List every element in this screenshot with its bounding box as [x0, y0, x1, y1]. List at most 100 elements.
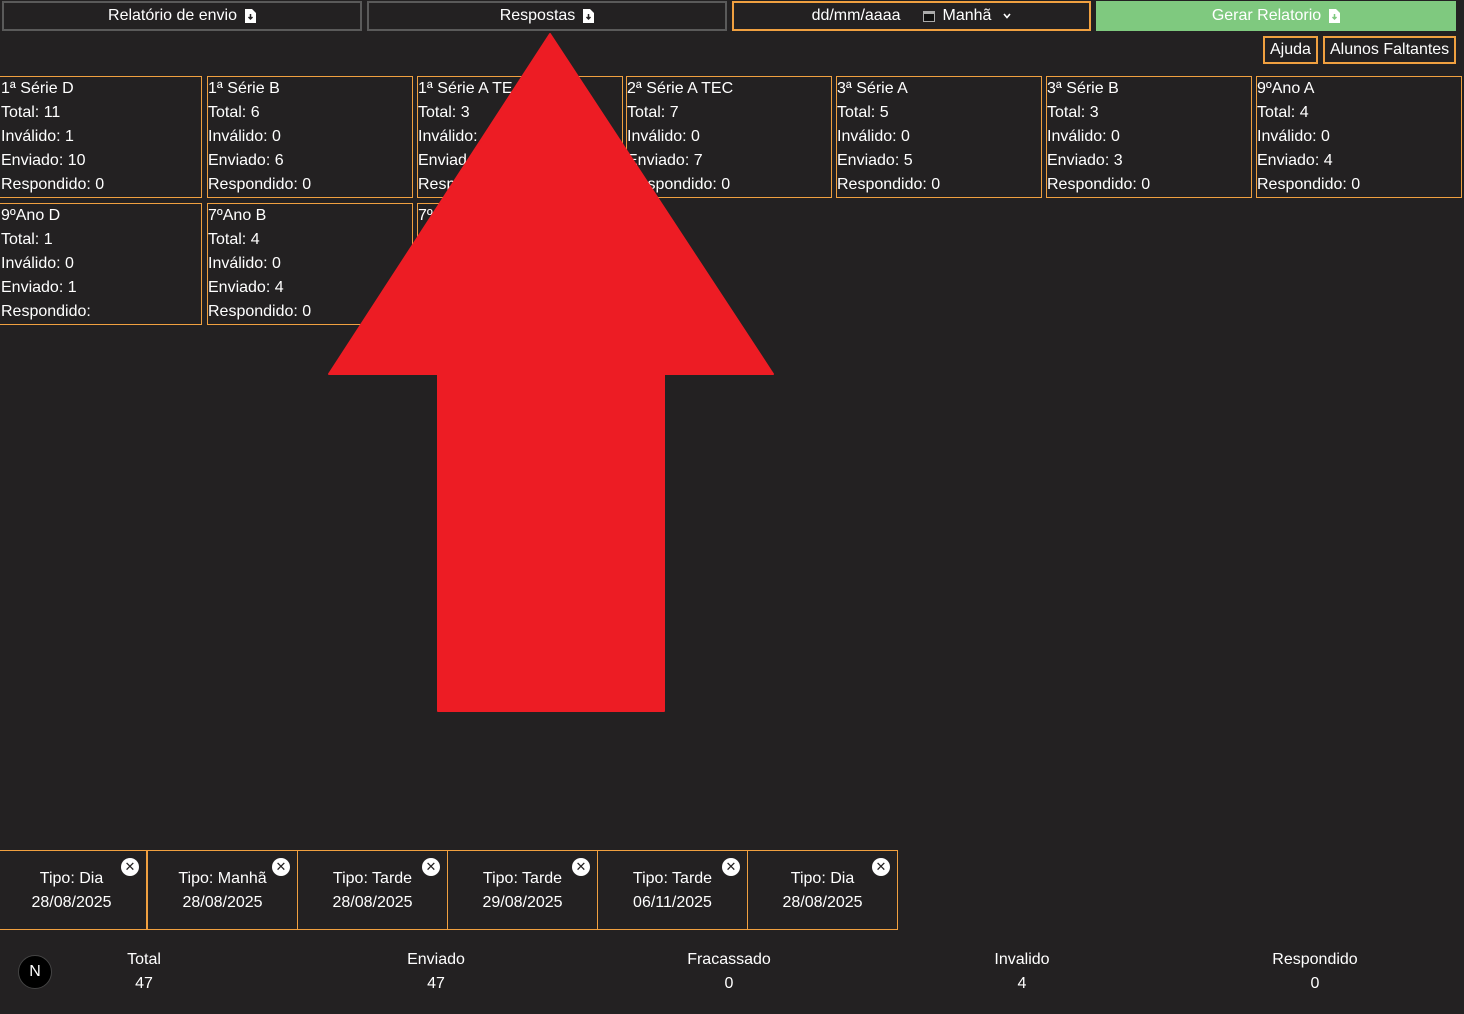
stat-respondido: Respondido 0 — [1235, 948, 1395, 996]
logo-letter: N — [29, 963, 41, 980]
date-shift-selector[interactable]: dd/mm/aaaa Manhã — [732, 1, 1091, 31]
report-date: 28/08/2025 — [332, 894, 413, 911]
file-download-icon — [1329, 9, 1341, 23]
class-invalido: Inválido: 1 — [1, 128, 74, 145]
close-icon[interactable]: ✕ — [121, 858, 139, 876]
class-total: Total: 4 — [208, 231, 260, 248]
stat-label: Fracassado — [687, 951, 771, 968]
respostas-button[interactable]: Respostas — [367, 1, 727, 31]
n-logo-icon[interactable]: N — [18, 955, 52, 989]
class-enviado: Enviado: 4 — [1257, 152, 1333, 169]
class-respondido: Respondido: 0 — [208, 303, 312, 320]
class-total: Total: 4 — [1257, 104, 1309, 121]
class-card[interactable]: 7ºAno B Total: 4 Inválido: 0 Enviado: 4 … — [207, 203, 413, 325]
class-enviado: Enviado: 10 — [1, 152, 86, 169]
class-card[interactable]: 9ºAno A Total: 4 Inválido: 0 Enviado: 4 … — [1256, 76, 1462, 198]
report-date: 29/08/2025 — [482, 894, 563, 911]
class-enviado: Enviado: 6 — [208, 152, 284, 169]
close-icon[interactable]: ✕ — [872, 858, 890, 876]
report-date: 28/08/2025 — [782, 894, 863, 911]
class-enviado: Enviado: 3 — [1047, 152, 1123, 169]
stat-value: 0 — [1310, 975, 1320, 992]
class-name: 7ºAno B — [208, 207, 267, 224]
class-card[interactable]: 2ª Série A TEC Total: 7 Inválido: 0 Envi… — [626, 76, 832, 198]
class-enviado: Enviado: 1 — [1, 279, 77, 296]
close-icon[interactable]: ✕ — [722, 858, 740, 876]
class-invalido: Inválido: 0 — [1257, 128, 1330, 145]
saved-report-item[interactable]: ✕ Tipo: Tarde 28/08/2025 — [297, 850, 448, 930]
respostas-label: Respostas — [499, 7, 576, 24]
class-card[interactable]: 7º — [417, 203, 623, 325]
class-total: Total: 7 — [627, 104, 679, 121]
class-name: 3ª Série B — [1047, 80, 1119, 97]
class-enviado: Enviado: 5 — [837, 152, 913, 169]
class-enviado: Enviad — [418, 152, 467, 169]
file-download-icon — [244, 9, 256, 23]
class-name: 9ºAno D — [1, 207, 61, 224]
ajuda-label: Ajuda — [1270, 41, 1311, 58]
report-date: 28/08/2025 — [31, 894, 112, 911]
class-invalido: Inválido: 0 — [627, 128, 700, 145]
class-total: Total: 3 — [1047, 104, 1099, 121]
saved-report-item[interactable]: ✕ Tipo: Tarde 06/11/2025 — [597, 850, 748, 930]
stat-value: 0 — [724, 975, 734, 992]
class-invalido: Inválido: 0 — [208, 128, 281, 145]
alunos-faltantes-label: Alunos Faltantes — [1330, 41, 1450, 58]
class-respondido: Resp — [418, 176, 456, 193]
saved-report-item[interactable]: ✕ Tipo: Dia 28/08/2025 — [747, 850, 898, 930]
stat-label: Enviado — [407, 951, 465, 968]
stat-value: 47 — [427, 975, 445, 992]
class-total: Total: 1 — [1, 231, 53, 248]
class-invalido: Inválido: 0 — [208, 255, 281, 272]
alunos-faltantes-button[interactable]: Alunos Faltantes — [1323, 36, 1457, 64]
stat-label: Invalido — [994, 951, 1050, 968]
chevron-down-icon[interactable] — [1003, 12, 1012, 20]
date-input[interactable]: dd/mm/aaaa — [812, 7, 901, 25]
class-respondido: Respondido: — [1, 303, 91, 320]
calendar-icon[interactable] — [922, 10, 935, 22]
class-card[interactable]: 1ª Série D Total: 11 Inválido: 1 Enviado… — [0, 76, 202, 198]
file-download-icon — [583, 9, 595, 23]
saved-report-item[interactable]: ✕ Tipo: Manhã 28/08/2025 — [147, 850, 298, 930]
close-icon[interactable]: ✕ — [422, 858, 440, 876]
shift-select[interactable]: Manhã — [943, 7, 992, 25]
class-respondido: Respondido: 0 — [837, 176, 941, 193]
relatorio-envio-button[interactable]: Relatório de envio — [2, 1, 362, 31]
stat-fracassado: Fracassado 0 — [649, 948, 809, 996]
relatorio-envio-label: Relatório de envio — [108, 7, 237, 24]
gerar-relatorio-button[interactable]: Gerar Relatorio — [1096, 1, 1456, 31]
class-total: Total: 11 — [1, 104, 61, 121]
class-card[interactable]: 9ºAno D Total: 1 Inválido: 0 Enviado: 1 … — [0, 203, 202, 325]
gerar-relatorio-label: Gerar Relatorio — [1211, 7, 1322, 24]
class-name: 2ª Série A TEC — [627, 80, 734, 97]
class-name: 1ª Série D — [1, 80, 74, 97]
class-total: Total: 3 — [418, 104, 470, 121]
saved-report-item[interactable]: ✕ Tipo: Dia 28/08/2025 — [0, 850, 147, 930]
saved-report-item[interactable]: ✕ Tipo: Tarde 29/08/2025 — [447, 850, 598, 930]
close-icon[interactable]: ✕ — [272, 858, 290, 876]
report-date: 28/08/2025 — [182, 894, 263, 911]
report-date: 06/11/2025 — [633, 894, 712, 911]
class-card[interactable]: 1ª Série B Total: 6 Inválido: 0 Enviado:… — [207, 76, 413, 198]
class-total: Total: 5 — [837, 104, 889, 121]
class-respondido: Respondido: 0 — [208, 176, 312, 193]
class-invalido: Inválido: 0 — [1047, 128, 1120, 145]
class-invalido: Inválido: — [418, 128, 478, 145]
class-total: Total: 6 — [208, 104, 260, 121]
class-name: 1ª Série A TE — [418, 80, 513, 97]
class-name: 1ª Série B — [208, 80, 280, 97]
stat-total: Total 47 — [64, 948, 224, 996]
class-name: 9ºAno A — [1257, 80, 1315, 97]
class-respondido: Respondido: 0 — [1, 176, 105, 193]
ajuda-button[interactable]: Ajuda — [1263, 36, 1318, 64]
stat-label: Total — [127, 951, 161, 968]
class-card[interactable]: 3ª Série A Total: 5 Inválido: 0 Enviado:… — [836, 76, 1042, 198]
class-name: 7º — [418, 207, 433, 224]
class-respondido: Respondido: 0 — [1047, 176, 1151, 193]
stat-invalido: Invalido 4 — [942, 948, 1102, 996]
close-icon[interactable]: ✕ — [572, 858, 590, 876]
class-enviado: Enviado: 4 — [208, 279, 284, 296]
class-card[interactable]: 1ª Série A TE Total: 3 Inválido: Enviad … — [417, 76, 623, 198]
class-card[interactable]: 3ª Série B Total: 3 Inválido: 0 Enviado:… — [1046, 76, 1252, 198]
stat-label: Respondido — [1272, 951, 1358, 968]
